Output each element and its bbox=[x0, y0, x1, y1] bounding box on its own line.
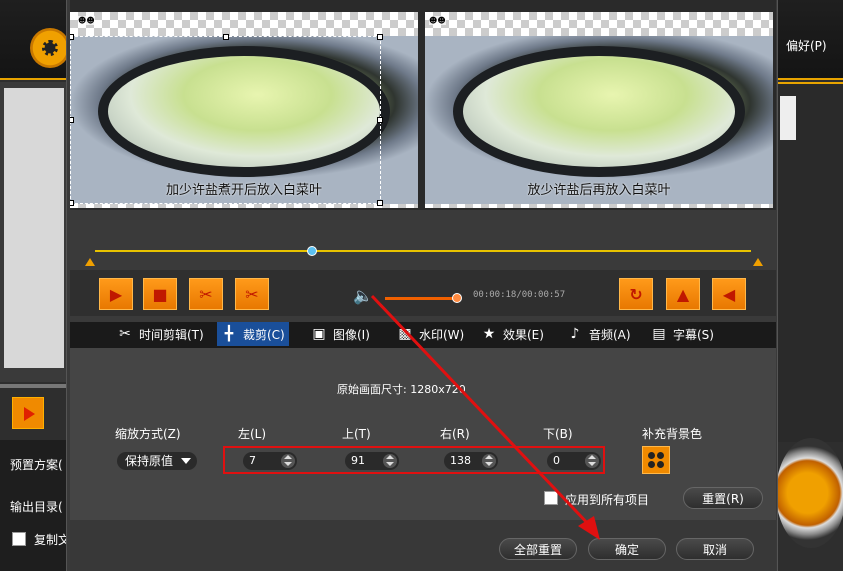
preferences-button[interactable]: 偏好(P) bbox=[786, 37, 827, 54]
timeline-playhead[interactable] bbox=[307, 246, 317, 256]
right-label: 右(R) bbox=[440, 427, 470, 441]
copy-checkbox[interactable] bbox=[12, 532, 26, 546]
tab-time-clip[interactable]: ✂ 时间剪辑(T) bbox=[113, 322, 208, 346]
document-icon bbox=[780, 96, 796, 140]
timeline-track[interactable] bbox=[95, 250, 751, 252]
volume-slider-knob[interactable] bbox=[452, 293, 462, 303]
bg-color-label: 补充背景色 bbox=[642, 427, 703, 441]
play-button[interactable]: ▶ bbox=[99, 278, 133, 310]
reset-button[interactable]: 重置(R) bbox=[683, 487, 763, 509]
cut-end-button[interactable]: ✂ bbox=[235, 278, 269, 310]
convert-button[interactable] bbox=[776, 438, 843, 548]
trim-end-marker[interactable] bbox=[753, 258, 763, 266]
tab-label: 水印(W) bbox=[419, 327, 465, 342]
crop-handle[interactable] bbox=[377, 117, 383, 123]
time-display: 00:00:18/00:00:57 bbox=[473, 290, 566, 300]
original-preview: 加少许盐煮开后放入白菜叶 ☻☻ bbox=[70, 12, 418, 208]
tab-subtitle[interactable]: ▤ 字幕(S) bbox=[647, 322, 718, 346]
crop-selection-box[interactable] bbox=[70, 34, 383, 206]
tab-image[interactable]: ▣ 图像(I) bbox=[307, 322, 374, 346]
apply-all-checkbox[interactable] bbox=[544, 491, 558, 505]
cancel-button[interactable]: 取消 bbox=[676, 538, 754, 560]
rotate-button[interactable]: ↻ bbox=[619, 278, 653, 310]
output-video-frame: 放少许盐后再放入白菜叶 bbox=[425, 36, 773, 204]
tab-crop[interactable]: ╋ 裁剪(C) bbox=[217, 322, 289, 346]
bottom-label: 下(B) bbox=[543, 427, 573, 441]
crop-handle[interactable] bbox=[377, 34, 383, 40]
reset-all-button[interactable]: 全部重置 bbox=[499, 538, 577, 560]
apply-all-label: 应用到所有项目 bbox=[565, 493, 650, 507]
edit-dialog: 加少许盐煮开后放入白菜叶 ☻☻ 放少许盐后再放入白菜叶 ☻☻ ▶ ■ ✂ ✂ 🔈… bbox=[66, 0, 778, 571]
main-progress-bar bbox=[0, 384, 66, 388]
file-list-area bbox=[4, 88, 64, 368]
crop-values-highlight bbox=[223, 446, 605, 474]
watermark-icon: ☻☻ bbox=[78, 16, 95, 25]
output-preview: 放少许盐后再放入白菜叶 ☻☻ bbox=[425, 12, 773, 208]
cut-start-button[interactable]: ✂ bbox=[189, 278, 223, 310]
flip-vertical-button[interactable]: ◀ bbox=[712, 278, 746, 310]
app-logo-icon bbox=[30, 28, 70, 68]
tab-audio[interactable]: ♪ 音频(A) bbox=[563, 322, 635, 346]
flip-horizontal-button[interactable]: ▲ bbox=[666, 278, 700, 310]
music-note-icon: ♪ bbox=[570, 326, 580, 342]
volume-icon[interactable]: 🔈 bbox=[353, 286, 373, 305]
crop-handle[interactable] bbox=[377, 200, 383, 206]
copy-label: 复制文 bbox=[34, 533, 71, 547]
tab-effect[interactable]: ★ 效果(E) bbox=[477, 322, 548, 346]
zoom-mode-label: 缩放方式(Z) bbox=[115, 427, 181, 441]
crop-handle[interactable] bbox=[223, 34, 229, 40]
output-subtitle: 放少许盐后再放入白菜叶 bbox=[527, 183, 671, 198]
tab-label: 效果(E) bbox=[503, 327, 544, 342]
subtitle-icon: ▤ bbox=[652, 326, 666, 342]
image-icon: ▣ bbox=[312, 326, 326, 342]
bg-color-button[interactable] bbox=[642, 446, 670, 474]
crop-handle[interactable] bbox=[70, 200, 74, 206]
original-size-text: 原始画面尺寸: 1280x720 bbox=[337, 383, 466, 396]
chevron-down-icon bbox=[181, 458, 191, 464]
tab-label: 时间剪辑(T) bbox=[139, 327, 204, 342]
zoom-mode-select[interactable]: 保持原值 bbox=[117, 452, 197, 470]
star-icon: ★ bbox=[482, 326, 496, 342]
trim-start-marker[interactable] bbox=[85, 258, 95, 266]
tab-label: 图像(I) bbox=[333, 327, 370, 342]
tab-label: 音频(A) bbox=[589, 327, 631, 342]
top-label: 上(T) bbox=[342, 427, 371, 441]
zoom-mode-value: 保持原值 bbox=[125, 454, 174, 468]
preset-label: 预置方案( bbox=[10, 458, 63, 472]
volume-slider[interactable] bbox=[385, 297, 457, 300]
output-dir-label: 输出目录( bbox=[10, 500, 63, 514]
crop-handle[interactable] bbox=[70, 117, 74, 123]
crop-handle[interactable] bbox=[70, 34, 74, 40]
scissors-icon: ✂ bbox=[119, 326, 131, 342]
tab-label: 字幕(S) bbox=[673, 327, 714, 342]
watermark-icon: ☻☻ bbox=[429, 16, 446, 25]
watermark-icon: ▩ bbox=[398, 326, 412, 342]
dialog-footer bbox=[70, 520, 776, 571]
tab-label: 裁剪(C) bbox=[243, 327, 285, 342]
left-label: 左(L) bbox=[238, 427, 267, 441]
crop-icon: ╋ bbox=[224, 326, 234, 342]
main-play-button[interactable] bbox=[12, 397, 44, 429]
ok-button[interactable]: 确定 bbox=[588, 538, 666, 560]
stop-button[interactable]: ■ bbox=[143, 278, 177, 310]
tab-watermark[interactable]: ▩ 水印(W) bbox=[393, 322, 468, 346]
